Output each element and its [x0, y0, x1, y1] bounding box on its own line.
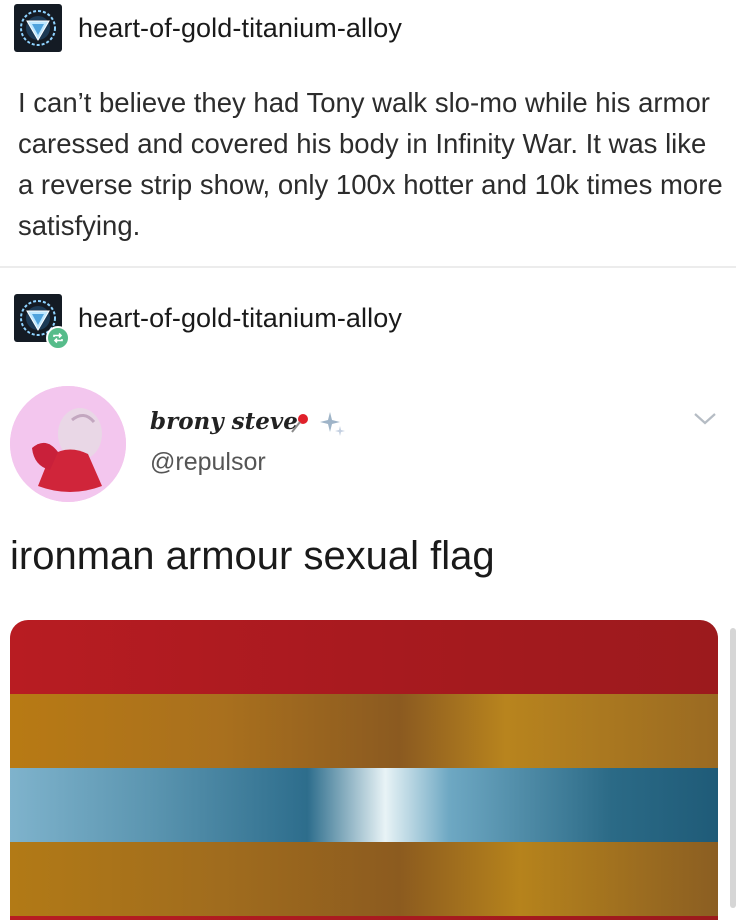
flag-stripe-red	[10, 916, 718, 920]
tweet-text: ironman armour sexual flag	[10, 534, 495, 578]
reblog-icon	[46, 326, 70, 350]
pushpin-icon	[291, 414, 308, 433]
post-divider	[0, 266, 736, 268]
chevron-down-icon[interactable]	[692, 410, 718, 433]
flag-image	[10, 620, 718, 920]
post-text: I can’t believe they had Tony walk slo-m…	[18, 87, 723, 241]
blog-avatar[interactable]	[14, 4, 62, 52]
sparkles-icon	[320, 412, 345, 436]
tumblr-post-screenshot: heart-of-gold-titanium-alloy I can’t bel…	[0, 0, 736, 920]
blog-name[interactable]: heart-of-gold-titanium-alloy	[78, 303, 402, 334]
tweet-handle[interactable]: @repulsor	[150, 448, 266, 477]
flag-stripe-red	[10, 620, 718, 694]
reblog-header: heart-of-gold-titanium-alloy	[14, 294, 402, 350]
name-emojis	[288, 410, 346, 438]
flag-stripe-blue	[10, 768, 718, 842]
flag-stripe-gold	[10, 842, 718, 916]
tweet-avatar[interactable]	[10, 386, 126, 502]
flag-stripe-gold	[10, 694, 718, 768]
blog-name[interactable]: heart-of-gold-titanium-alloy	[78, 13, 402, 44]
scrollbar[interactable]	[730, 628, 736, 908]
post-body-text: I can’t believe they had Tony walk slo-m…	[18, 82, 728, 246]
arc-reactor-icon	[20, 10, 56, 46]
blog-avatar[interactable]	[14, 294, 70, 350]
post-header: heart-of-gold-titanium-alloy	[14, 4, 402, 52]
avatar-art	[10, 386, 126, 502]
tweet-display-name[interactable]: brony steve	[150, 408, 298, 435]
